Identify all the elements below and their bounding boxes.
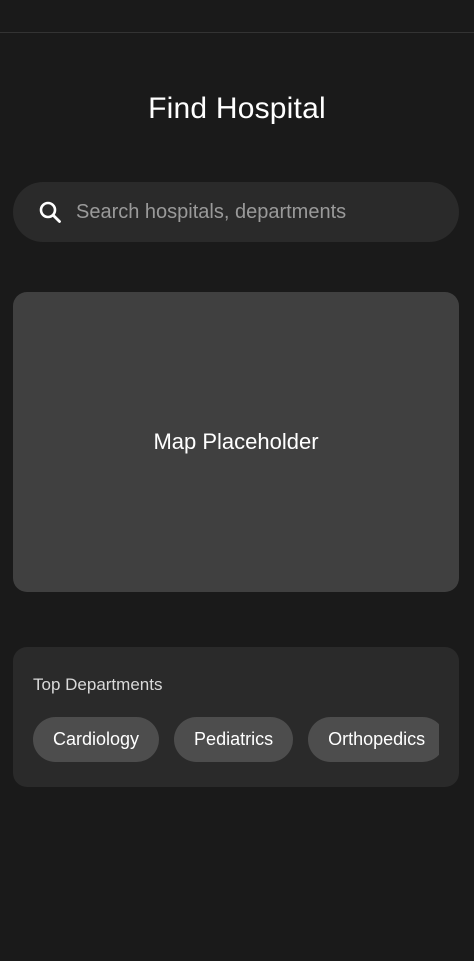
department-chip-orthopedics[interactable]: Orthopedics (308, 717, 439, 762)
top-departments-card: Top Departments Cardiology Pediatrics Or… (13, 647, 459, 787)
search-icon (37, 199, 63, 225)
map-placeholder-label: Map Placeholder (153, 429, 319, 454)
department-chip-cardiology[interactable]: Cardiology (33, 717, 160, 762)
top-divider (0, 32, 474, 33)
top-departments-title: Top Departments (33, 675, 163, 694)
department-chip-row[interactable]: Cardiology Pediatrics Orthopedics (33, 717, 439, 762)
page-title: Find Hospital (148, 92, 326, 125)
search-input[interactable] (76, 200, 436, 224)
map-placeholder[interactable]: Map Placeholder (13, 292, 459, 592)
department-chip-pediatrics[interactable]: Pediatrics (174, 717, 294, 762)
search-bar[interactable] (13, 182, 459, 242)
